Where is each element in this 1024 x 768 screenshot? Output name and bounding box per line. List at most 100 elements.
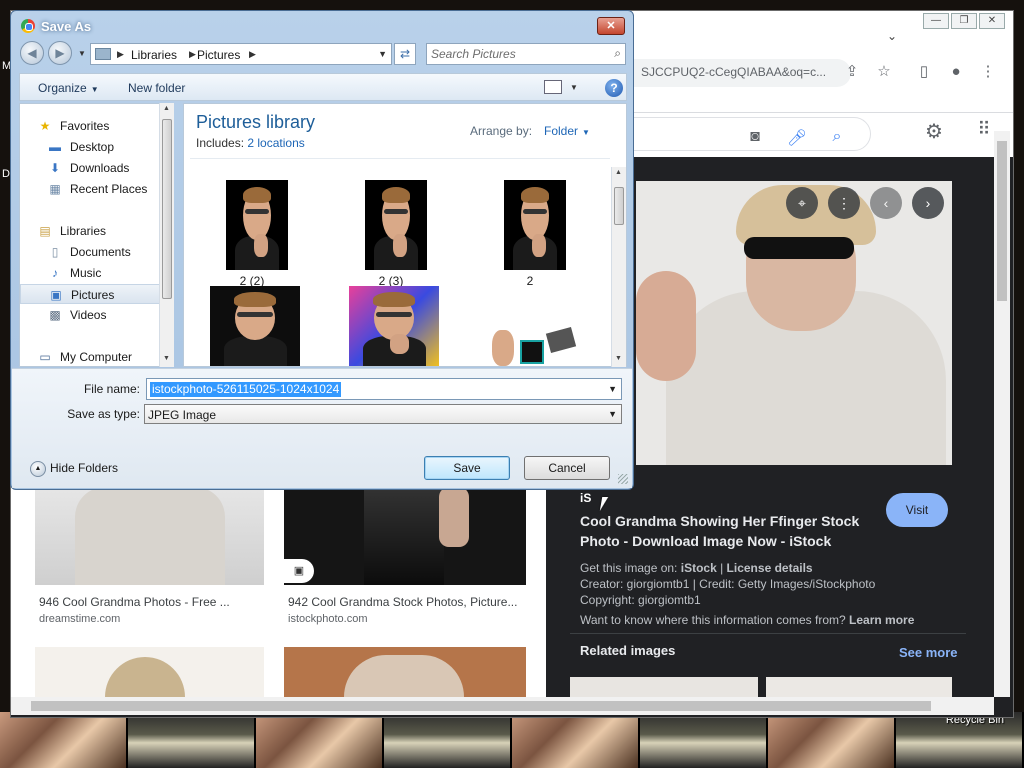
forward-arrow-icon[interactable]: ▶	[48, 41, 72, 65]
address-dropdown-icon[interactable]: ▼	[378, 49, 387, 59]
result-thumbnail[interactable]: ▣	[284, 487, 526, 585]
nav-item-label: Videos	[70, 308, 107, 322]
visit-button[interactable]: Visit	[886, 493, 948, 527]
microphone-icon[interactable]: 🎤︎	[786, 128, 808, 148]
file-tile[interactable]: 2 (3)	[345, 170, 437, 294]
result-thumbnail[interactable]	[35, 647, 264, 697]
minimize-button[interactable]: —	[923, 13, 949, 29]
next-image-icon[interactable]: ›	[912, 187, 944, 219]
folder-icon	[95, 48, 111, 60]
save-as-type-dropdown-icon[interactable]: ▼	[608, 409, 617, 419]
window-controls: — ❐ ✕	[923, 13, 1005, 29]
nav-item-downloads[interactable]: ⬇ Downloads	[20, 158, 160, 178]
view-options-chevron-icon[interactable]: ▼	[570, 83, 578, 92]
save-button[interactable]: Save	[424, 456, 510, 480]
related-thumbnail[interactable]	[766, 677, 952, 697]
more-options-icon[interactable]: ⋮	[828, 187, 860, 219]
tab-search-chevron-icon[interactable]: ⌄	[887, 29, 897, 43]
breadcrumb-libraries[interactable]: Libraries	[131, 48, 177, 62]
breadcrumb-pictures[interactable]: Pictures	[197, 48, 240, 62]
result-title[interactable]: 946 Cool Grandma Photos - Free ...	[39, 595, 230, 609]
result-thumbnail[interactable]	[35, 487, 264, 585]
file-name-dropdown-icon[interactable]: ▼	[608, 384, 617, 394]
preview-title[interactable]: Cool Grandma Showing Her Ffinger Stock P…	[580, 511, 880, 551]
close-button[interactable]: ✕	[979, 13, 1005, 29]
file-name-input[interactable]: istockphoto-526115025-1024x1024 ▼	[146, 378, 622, 400]
apps-grid-icon[interactable]: ⠿	[973, 119, 995, 140]
settings-gear-icon[interactable]: ⚙	[923, 119, 945, 144]
search-icon[interactable]: ⌕	[614, 46, 621, 61]
libraries-icon: ▤	[39, 224, 51, 238]
search-icon[interactable]: ⌕	[826, 128, 848, 146]
file-tile[interactable]: 2 (2)	[206, 170, 298, 294]
file-tile[interactable]: 2	[484, 170, 576, 294]
creator-line: Creator: giorgiomtb1 | Credit: Getty Ima…	[580, 577, 876, 591]
desktop-icon: ▬	[49, 140, 61, 154]
file-tile[interactable]	[345, 286, 439, 366]
file-tile[interactable]	[484, 286, 578, 366]
arrange-by-dropdown[interactable]: Folder ▼	[544, 124, 590, 138]
search-input[interactable]	[431, 46, 601, 62]
nav-item-label: Desktop	[70, 140, 115, 154]
help-icon[interactable]: ?	[605, 79, 623, 97]
learn-more-link[interactable]: Learn more	[849, 613, 914, 627]
license-link[interactable]: License details	[727, 561, 813, 575]
profile-avatar-icon[interactable]: ●	[945, 61, 967, 83]
nav-item-label: My Computer	[60, 350, 133, 364]
file-tile[interactable]	[206, 286, 300, 366]
address-breadcrumb[interactable]: ▶ Libraries ▶ Pictures ▶ ▼	[90, 43, 392, 65]
nav-item-recent-places[interactable]: ▦ Recent Places	[20, 179, 160, 199]
page-vertical-scrollbar[interactable]	[994, 131, 1010, 697]
nav-item-label: Pictures	[71, 288, 115, 302]
wallpaper-tile	[128, 712, 256, 768]
breadcrumb-separator-icon[interactable]: ▶	[249, 49, 256, 60]
file-thumbnail	[488, 326, 578, 366]
file-list-scrollbar[interactable]: ▲ ▼	[611, 167, 626, 367]
page-horizontal-scrollbar[interactable]	[11, 697, 994, 715]
nav-item-videos[interactable]: ▩ Videos	[20, 305, 160, 325]
menu-kebab-icon[interactable]: ⋮	[977, 61, 999, 83]
hide-folders-button[interactable]: ▲ Hide Folders	[30, 461, 118, 477]
locations-link[interactable]: 2 locations	[247, 136, 304, 150]
dialog-close-button[interactable]: ✕	[597, 17, 625, 35]
nav-item-favorites[interactable]: ★ Favorites	[20, 116, 160, 136]
nav-item-desktop[interactable]: ▬ Desktop	[20, 137, 160, 157]
nav-item-music[interactable]: ♪ Music	[20, 263, 160, 283]
side-panel-icon[interactable]: ▯	[913, 61, 935, 83]
preview-image[interactable]	[636, 181, 952, 465]
result-thumbnail[interactable]	[284, 647, 526, 697]
related-thumbnail[interactable]	[570, 677, 758, 697]
chrome-app-icon	[21, 19, 35, 33]
nav-item-pictures[interactable]: ▣ Pictures	[20, 284, 160, 304]
file-list-pane: Pictures library Includes: 2 locations A…	[183, 103, 627, 367]
navigation-pane-scrollbar[interactable]: ▲ ▼	[159, 103, 174, 367]
resize-grip-icon[interactable]	[618, 474, 628, 484]
result-title[interactable]: 942 Cool Grandma Stock Photos, Picture..…	[288, 595, 517, 609]
organize-button[interactable]: Organize ▼	[38, 81, 99, 95]
recent-locations-chevron-icon[interactable]: ▼	[78, 49, 86, 58]
info-source-line: Want to know where this information come…	[580, 613, 915, 627]
bookmark-star-icon[interactable]: ☆	[873, 61, 895, 83]
breadcrumb-separator-icon[interactable]: ▶	[189, 49, 196, 60]
file-name-value[interactable]: istockphoto-526115025-1024x1024	[150, 382, 342, 397]
camera-icon[interactable]: ◙	[744, 128, 766, 146]
see-more-link[interactable]: See more	[899, 645, 958, 660]
desktop-wallpaper-strip	[0, 712, 1024, 768]
back-arrow-icon[interactable]: ◀	[20, 41, 44, 65]
nav-item-libraries[interactable]: ▤ Libraries	[20, 221, 160, 241]
refresh-icon[interactable]: ⇄	[394, 43, 416, 65]
nav-item-label: Favorites	[60, 119, 110, 133]
maximize-button[interactable]: ❐	[951, 13, 977, 29]
breadcrumb-separator-icon[interactable]: ▶	[117, 49, 124, 60]
previous-image-icon[interactable]: ‹	[870, 187, 902, 219]
change-view-icon[interactable]	[544, 80, 562, 94]
lens-search-icon[interactable]: ⌖	[786, 187, 818, 219]
cancel-button[interactable]: Cancel	[524, 456, 610, 480]
save-as-type-select[interactable]: JPEG Image ▼	[144, 404, 622, 424]
file-thumbnail	[365, 180, 427, 270]
share-icon[interactable]: ⇪	[841, 61, 863, 83]
new-folder-button[interactable]: New folder	[128, 81, 185, 95]
istock-link[interactable]: iStock	[681, 561, 717, 575]
nav-item-my-computer[interactable]: ▭ My Computer	[20, 347, 160, 366]
nav-item-documents[interactable]: ▯ Documents	[20, 242, 160, 262]
